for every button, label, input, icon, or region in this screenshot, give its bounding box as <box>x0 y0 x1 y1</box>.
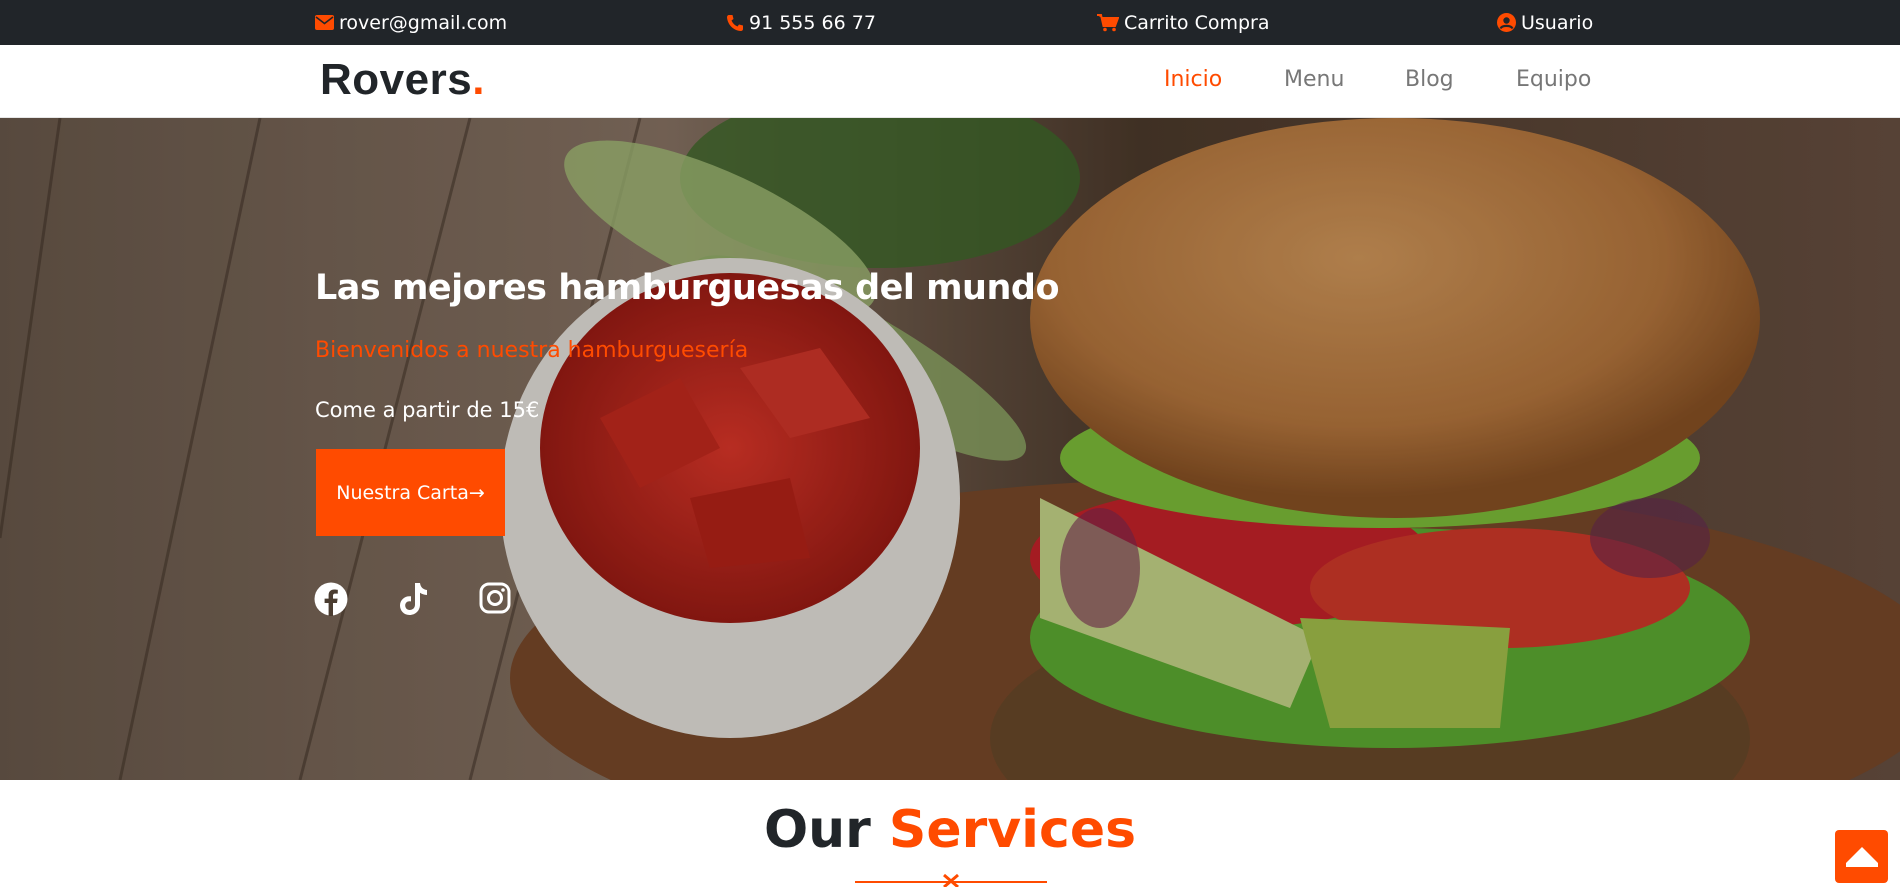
hero-subtitle: Bienvenidos a nuestra hamburguesería <box>315 338 749 363</box>
hero-title: Las mejores hamburguesas del mundo <box>315 268 1060 308</box>
topbar-user[interactable]: Usuario <box>1497 0 1593 45</box>
envelope-icon <box>315 15 334 30</box>
nav-link-equipo[interactable]: Equipo <box>1516 67 1591 92</box>
services-title-part2: Services <box>888 800 1137 860</box>
hero-section: Las mejores hamburguesas del mundo Bienv… <box>0 118 1900 780</box>
cart-icon <box>1097 13 1119 31</box>
nav-link-menu[interactable]: Menu <box>1284 67 1344 92</box>
hero-price-text: Come a partir de 15€ <box>315 398 540 422</box>
services-title-part1: Our <box>763 800 889 860</box>
cart-text: Carrito Compra <box>1124 11 1270 34</box>
email-text: rover@gmail.com <box>339 11 508 34</box>
nuestra-carta-button[interactable]: Nuestra Carta→ <box>316 449 505 536</box>
user-text: Usuario <box>1521 11 1594 34</box>
top-info-bar: rover@gmail.com 91 555 66 77 Carrito Com… <box>0 0 1900 45</box>
services-divider <box>855 873 1047 887</box>
facebook-icon[interactable] <box>314 582 350 618</box>
user-circle-icon <box>1497 13 1516 32</box>
back-to-top-button[interactable] <box>1835 830 1888 883</box>
phone-icon <box>727 14 743 31</box>
arrow-up-icon <box>1845 846 1878 867</box>
logo-dot: . <box>472 55 485 104</box>
main-navbar: Rovers. Inicio Menu Blog Equipo <box>0 45 1900 118</box>
topbar-email[interactable]: rover@gmail.com <box>315 0 507 45</box>
phone-text: 91 555 66 77 <box>749 11 876 34</box>
services-title: Our Services <box>0 800 1900 860</box>
site-logo[interactable]: Rovers. <box>320 55 485 105</box>
topbar-cart[interactable]: Carrito Compra <box>1097 0 1270 45</box>
hero-overlay <box>0 118 1900 780</box>
logo-text: Rovers <box>320 55 473 104</box>
topbar-phone[interactable]: 91 555 66 77 <box>726 0 876 45</box>
tiktok-icon[interactable] <box>398 582 434 618</box>
nav-link-inicio[interactable]: Inicio <box>1164 67 1222 92</box>
nav-link-blog[interactable]: Blog <box>1405 67 1454 92</box>
instagram-icon[interactable] <box>479 582 515 618</box>
